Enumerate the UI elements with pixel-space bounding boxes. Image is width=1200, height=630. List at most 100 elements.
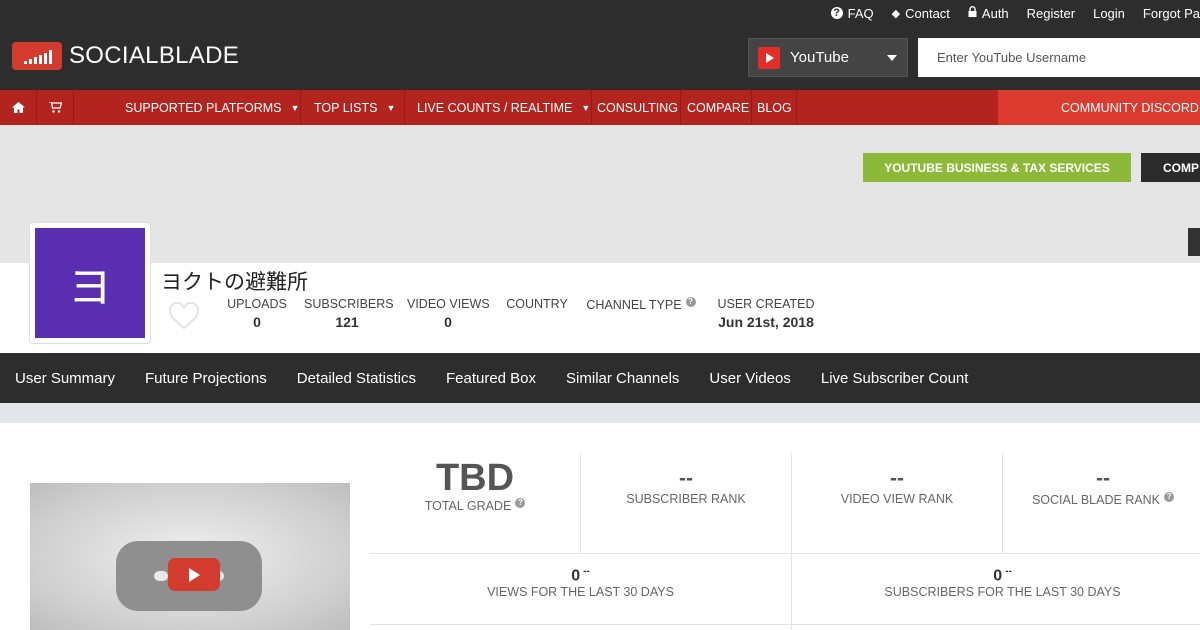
views-last-30-days: 0 -- VIEWS FOR THE LAST 30 DAYS [370,566,791,599]
stat-uploads: UPLOADS 0 [227,297,287,330]
register-link[interactable]: Register [1027,6,1075,21]
tab-featured-box[interactable]: Featured Box [446,370,536,387]
nav-live-counts[interactable]: LIVE COUNTS / REALTIME ▼ [405,90,592,125]
caret-down-icon: ▼ [290,102,300,113]
tab-similar-channels[interactable]: Similar Channels [566,370,679,387]
stat-label: UPLOADS [227,297,287,311]
subscribers-last-30-days: 0 -- SUBSCRIBERS FOR THE LAST 30 DAYS [792,566,1200,599]
signal-bars-icon [12,42,62,70]
stat-value: 121 [335,314,359,330]
avatar-image: ヨ [35,228,145,338]
stat-label: VIDEO VIEWS [407,297,490,311]
views-30-number: 0 [571,567,581,585]
channel-name: ヨクトの避難所 [161,271,308,294]
cart-icon [48,102,62,113]
tab-user-summary[interactable]: User Summary [15,370,115,387]
community-discord-button[interactable]: COMMUNITY DISCORD [998,90,1200,125]
tab-live-subscriber-count[interactable]: Live Subscriber Count [821,370,969,387]
views-30-delta: -- [583,566,590,577]
views-30-value: 0 -- [370,566,791,585]
nav-label: LIVE COUNTS / REALTIME [417,100,573,115]
socialblade-logo[interactable]: SOCIALBLADE [12,42,239,70]
rank-value: -- [679,467,693,490]
subs-30-label: SUBSCRIBERS FOR THE LAST 30 DAYS [884,585,1121,600]
section-divider [0,403,1200,423]
platform-selected: YouTube [790,49,849,66]
faq-label: FAQ [847,5,874,21]
video-player[interactable] [30,483,350,630]
stat-label: SUBSCRIBERS [304,297,394,311]
tab-future-projections[interactable]: Future Projections [145,370,267,387]
nav-consulting[interactable]: CONSULTING [592,90,681,125]
profile-tabs: User Summary Future Projections Detailed… [0,353,1200,403]
stat-subscribers: SUBSCRIBERS 121 [304,297,394,330]
grade-label: TOTAL GRADE? [370,498,580,513]
business-tax-button[interactable]: YOUTUBE BUSINESS & TAX SERVICES [863,153,1131,182]
rank-value: -- [890,467,904,490]
youtube-icon [758,46,780,69]
stat-channel-type: CHANNEL TYPE? [585,297,697,315]
main-nav: SUPPORTED PLATFORMS ▼ TOP LISTS ▼ LIVE COU… [0,90,1200,125]
rank-label-text: SOCIAL BLADE RANK [1031,493,1161,508]
subs-30-value: 0 -- [792,566,1200,585]
subscriber-rank: -- SUBSCRIBER RANK [581,466,791,566]
nav-compare[interactable]: COMPARE [681,90,752,125]
auth-label: Auth [981,5,1009,21]
top-links: ? FAQ ◆ Contact Auth Register Login Forg… [813,0,1200,26]
stat-label: USER CREATED [717,297,815,311]
home-button[interactable] [0,90,37,125]
video-view-rank: -- VIDEO VIEW RANK [792,466,1002,566]
compare-button[interactable]: COMP [1141,153,1200,182]
stat-country: COUNTRY [506,297,568,314]
help-icon[interactable]: ? [685,297,696,307]
avatar: ヨ [29,222,151,344]
stat-label: COUNTRY [506,297,568,311]
help-icon[interactable]: ? [1164,492,1175,502]
rank-label: VIDEO VIEW RANK [840,492,954,506]
site-header: SOCIALBLADE YouTube [0,26,1200,90]
tab-detailed-statistics[interactable]: Detailed Statistics [297,370,416,387]
nav-supported-platforms[interactable]: SUPPORTED PLATFORMS ▼ [74,90,301,125]
faq-link[interactable]: ? FAQ [830,5,874,21]
subs-30-delta: -- [1005,566,1012,577]
stat-video-views: VIDEO VIEWS 0 [407,297,490,330]
home-icon [11,102,25,113]
lock-icon [968,6,977,20]
logo-text: SOCIALBLADE [69,42,240,69]
stat-value: 0 [444,314,452,330]
banner-side-tab[interactable] [1188,228,1200,256]
play-button[interactable] [168,558,220,591]
rank-value: -- [1096,467,1110,490]
auth-link[interactable]: Auth [968,6,1009,21]
rank-label: SOCIAL BLADE RANK? [1003,492,1200,507]
nav-label: SUPPORTED PLATFORMS [125,100,282,115]
stat-value: 0 [253,314,261,330]
question-circle-icon: ? [830,7,843,19]
stat-value: Jun 21st, 2018 [718,314,814,330]
username-search-input[interactable] [918,38,1200,77]
total-grade: TBD TOTAL GRADE? [370,458,580,558]
shop-button[interactable] [37,90,74,125]
subs-30-number: 0 [993,567,1003,585]
chevron-down-icon [887,55,897,61]
contact-label: Contact [905,5,950,21]
grade-value: TBD [435,457,515,499]
caret-down-icon: ▼ [581,102,591,113]
login-link[interactable]: Login [1093,6,1125,21]
forgot-password-link[interactable]: Forgot Pa [1143,6,1200,21]
nav-blog[interactable]: BLOG [752,90,797,125]
heart-icon [168,301,200,330]
platform-select[interactable]: YouTube [748,38,908,77]
top-bar: ? FAQ ◆ Contact Auth Register Login Forg… [0,0,1200,26]
tab-user-videos[interactable]: User Videos [709,370,790,387]
profile-banner: YOUTUBE BUSINESS & TAX SERVICES COMP [0,125,1200,263]
grade-label-text: TOTAL GRADE [424,499,512,514]
help-icon[interactable]: ? [515,498,526,508]
stat-user-created: USER CREATED Jun 21st, 2018 [710,297,822,330]
contact-link[interactable]: ◆ Contact [892,6,950,21]
favorite-button[interactable] [168,301,200,335]
nav-top-lists[interactable]: TOP LISTS ▼ [301,90,405,125]
nav-label: TOP LISTS [314,100,378,115]
stat-label-text: CHANNEL TYPE [586,298,682,313]
rank-label: SUBSCRIBER RANK [626,492,746,506]
